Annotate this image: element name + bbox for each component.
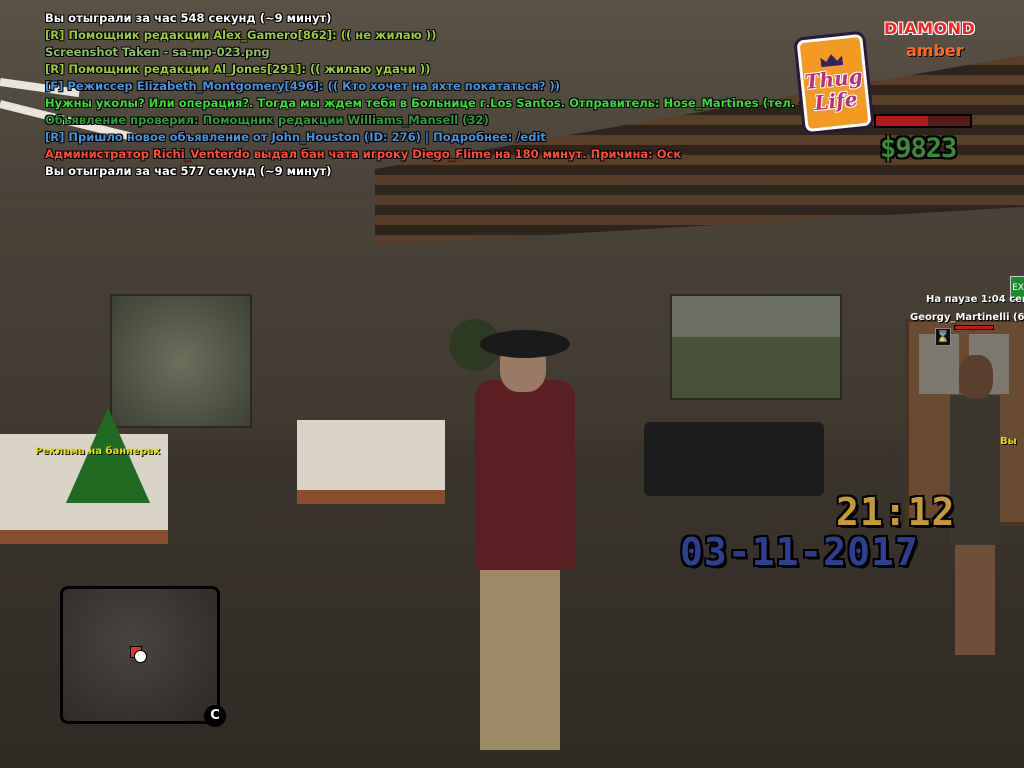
chat-line: [R] Помощник редакции Al_Jones[291]: (( …: [45, 62, 431, 76]
player-hat: [480, 330, 570, 358]
logo-text-line: Life: [813, 86, 859, 116]
banner-ad-label: Реклама на баннерах: [35, 446, 161, 457]
crown-icon: [820, 53, 843, 67]
chat-line: [F] Режиссер Elizabeth_Montgomery[496]: …: [45, 79, 560, 93]
health-bar: [874, 114, 972, 128]
chat-line: Нужны уколы? Или операция?. Тогда мы жде…: [45, 96, 853, 110]
chat-line: Объявление проверил: Помощник редакции W…: [45, 113, 489, 127]
game-date: 03-11-2017: [680, 530, 919, 574]
player-nametag: Georgy_Martinelli (63: [910, 312, 1024, 323]
blip-circle: [134, 650, 147, 663]
chat-line: Администратор Richi_Venterdo выдал бан ч…: [45, 147, 682, 161]
npc-3d-label: Вы: [1000, 436, 1017, 447]
npc-head: [959, 355, 993, 399]
sofa: [644, 422, 824, 496]
chat-line: Вы отыграли за час 548 секунд (~9 минут): [45, 11, 332, 25]
player-legs: [480, 570, 560, 750]
player-character: [470, 330, 580, 750]
pause-status-label: На паузе 1:04 сек.: [926, 294, 1024, 305]
chat-log: Вы отыграли за час 548 секунд (~9 минут)…: [45, 10, 853, 180]
money-counter: $9823: [880, 133, 957, 164]
game-clock: 21:12: [836, 490, 956, 534]
compass-icon: C: [204, 705, 226, 727]
player-health-fill: [955, 326, 993, 329]
player-torso: [475, 380, 575, 570]
chat-line: [R] Помощник редакции Alex_Gamero[862]: …: [45, 28, 437, 42]
npc-body: [950, 395, 1000, 545]
chat-line: Screenshot Taken - sa-mp-023.png: [45, 45, 270, 59]
player-health-bar: [954, 325, 994, 330]
server-name: DIAMOND: [884, 19, 976, 38]
chat-line: [R] Пришло новое объявление от John_Hous…: [45, 130, 546, 144]
counter: [297, 420, 445, 504]
chat-line: Вы отыграли за час 577 секунд (~9 минут): [45, 164, 332, 178]
npc-legs: [955, 545, 995, 655]
thug-life-logo-icon: Thug Life: [793, 30, 875, 136]
photo-poster: [670, 294, 842, 400]
server-subname: amber: [906, 41, 964, 60]
health-bar-fill: [876, 116, 928, 126]
player-blip-icon: [130, 646, 147, 663]
hourglass-icon: ⌛: [935, 328, 951, 346]
health-bar-track: [876, 116, 970, 126]
